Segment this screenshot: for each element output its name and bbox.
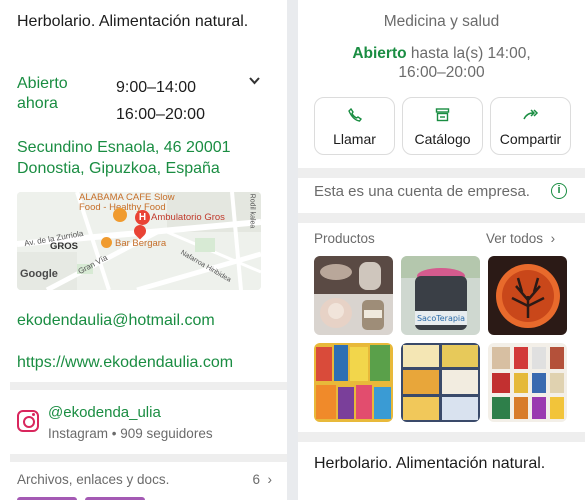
hospital-icon: H: [135, 210, 150, 225]
email-link[interactable]: ekodendaulia@hotmail.com: [17, 312, 215, 330]
info-icon[interactable]: i: [551, 183, 567, 199]
section-divider: [298, 432, 585, 442]
chevron-right-icon: ›: [550, 231, 556, 246]
instagram-followers: Instagram • 909 seguidores: [48, 426, 213, 441]
section-divider: [10, 454, 287, 462]
files-links-docs-row[interactable]: Archivos, enlaces y docs. 6 ›: [17, 472, 272, 487]
instagram-icon: [17, 410, 39, 432]
address-link[interactable]: Secundino Esnaola, 46 20001 Donostia, Gi…: [17, 137, 277, 179]
product-thumbnail[interactable]: [314, 343, 393, 422]
business-profile-right: Medicina y salud Abierto hasta la(s) 14:…: [298, 0, 585, 500]
business-category: Medicina y salud: [383, 13, 500, 30]
share-button-label: Compartir: [499, 131, 562, 147]
product-thumbnail[interactable]: [401, 343, 480, 422]
see-all-products-link[interactable]: Ver todos ›: [486, 231, 555, 246]
chevron-right-icon: ›: [267, 472, 273, 487]
section-divider: [298, 168, 585, 178]
opening-hours[interactable]: Abierto ahora 9:00–14:00 16:00–20:00: [17, 74, 277, 124]
phone-icon: [315, 108, 394, 122]
instagram-handle[interactable]: @ekodenda_ulia: [48, 404, 161, 421]
map-label-ambulatorio: Ambulatorio Gros: [151, 212, 225, 223]
product-thumbnail[interactable]: [314, 256, 393, 335]
products-heading: Productos: [314, 231, 375, 246]
business-description: Herbolario. Alimentación natural.: [314, 455, 546, 472]
map-label-rodil: Rodil kalea: [248, 193, 256, 229]
share-button[interactable]: Compartir: [490, 97, 571, 155]
product-thumbnail[interactable]: [488, 256, 567, 335]
catalog-button-label: Catálogo: [414, 131, 471, 147]
forward-icon: [491, 108, 570, 122]
google-logo: Google: [20, 268, 58, 280]
product-thumbnail[interactable]: SacoTerapia: [401, 256, 480, 335]
store-icon: [403, 108, 482, 122]
hours-times: 9:00–14:00 16:00–20:00: [116, 74, 205, 128]
chevron-down-icon[interactable]: [249, 74, 260, 88]
files-label: Archivos, enlaces y docs.: [17, 472, 170, 487]
map-label-district: GROS: [50, 241, 78, 252]
hours-slot-2: 16:00–20:00: [116, 106, 205, 123]
business-profile-left: Herbolario. Alimentación natural. Abiert…: [0, 0, 287, 500]
hours-summary: Abierto hasta la(s) 14:00, 16:00–20:00: [352, 45, 531, 81]
action-buttons: Llamar Catálogo Compartir: [314, 97, 571, 155]
hours-slot-1: 9:00–14:00: [116, 79, 197, 96]
svg-text:SacoTerapia: SacoTerapia: [417, 314, 465, 323]
section-divider: [10, 382, 287, 390]
catalog-button[interactable]: Catálogo: [402, 97, 483, 155]
files-count: 6 ›: [252, 472, 272, 487]
product-thumbnail[interactable]: [488, 343, 567, 422]
bar-icon: [101, 237, 112, 248]
section-divider: [298, 213, 585, 223]
call-button-label: Llamar: [333, 131, 376, 147]
map-label-bar: Bar Bergara: [115, 238, 167, 249]
business-account-note: Esta es una cuenta de empresa.: [314, 183, 530, 200]
files-thumbnails[interactable]: [17, 494, 157, 500]
open-status: Abierto ahora: [17, 75, 68, 112]
location-map[interactable]: ALABAMA CAFE Slow Food - Healthy Food H …: [17, 192, 261, 290]
business-description: Herbolario. Alimentación natural.: [17, 13, 249, 30]
open-status: Abierto: [352, 45, 407, 62]
call-button[interactable]: Llamar: [314, 97, 395, 155]
website-link[interactable]: https://www.ekodendaulia.com: [17, 354, 233, 372]
restaurant-pin-icon: [113, 208, 127, 222]
